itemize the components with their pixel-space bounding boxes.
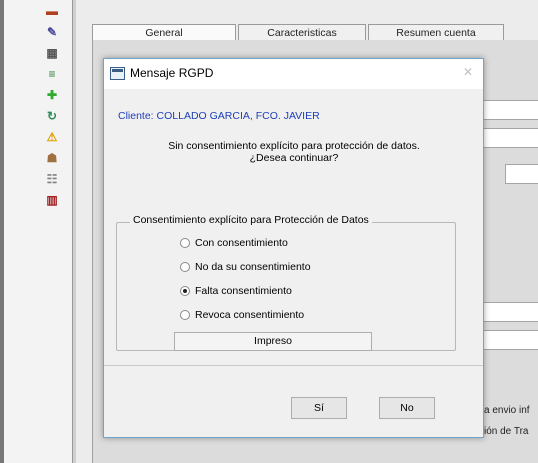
radio-label: Revoca consentimiento [195, 309, 305, 321]
radio-circle[interactable] [180, 238, 190, 248]
radio-no-da-consentimiento[interactable]: No da su consentimiento [180, 261, 311, 273]
refresh-icon[interactable]: ↻ [44, 108, 60, 124]
background-partial-text: ión de Tra [484, 426, 529, 437]
radio-falta-consentimiento[interactable]: Falta consentimiento [180, 285, 292, 297]
background-field[interactable] [482, 302, 538, 322]
rgpd-dialog: Mensaje RGPD ✕ Cliente: COLLADO GARCIA, … [103, 58, 484, 438]
question-prompt: ¿Desea continuar? [249, 152, 339, 164]
radio-circle-selected[interactable] [180, 286, 190, 296]
toolbar-strip [0, 0, 72, 463]
background-field[interactable] [482, 330, 538, 350]
warning-icon[interactable]: ⚠ [44, 129, 60, 145]
plus-icon[interactable]: ✚ [44, 87, 60, 103]
radio-circle[interactable] [180, 262, 190, 272]
confirmation-question: Sin consentimiento explícito para protec… [124, 140, 464, 164]
radio-con-consentimiento[interactable]: Con consentimiento [180, 237, 288, 249]
radio-label: Falta consentimiento [195, 285, 292, 297]
close-icon[interactable]: ✕ [463, 65, 473, 79]
background-field[interactable] [505, 164, 538, 184]
radio-label: Con consentimiento [195, 237, 288, 249]
radio-circle[interactable] [180, 310, 190, 320]
window-icon [110, 67, 125, 80]
folder-icon[interactable]: ▬ [44, 3, 60, 19]
window-edge [0, 0, 4, 463]
people-icon[interactable]: ☗ [44, 150, 60, 166]
pen-icon[interactable]: ✎ [44, 24, 60, 40]
background-field[interactable] [482, 128, 538, 148]
yes-button[interactable]: Sí [291, 397, 347, 419]
consent-group-label: Consentimiento explícito para Protección… [130, 214, 372, 226]
background-partial-text: a envio inf [484, 405, 530, 416]
question-text: Sin consentimiento explícito para protec… [168, 140, 420, 152]
radio-revoca-consentimiento[interactable]: Revoca consentimiento [180, 309, 304, 321]
dialog-title: Mensaje RGPD [130, 66, 214, 80]
calculator-icon[interactable]: ▦ [44, 45, 60, 61]
tree-icon[interactable]: ☷ [44, 171, 60, 187]
list-icon[interactable]: ≡ [44, 66, 60, 82]
client-name: Cliente: COLLADO GARCIA, FCO. JAVIER [118, 110, 320, 122]
books-icon[interactable]: ▥ [44, 192, 60, 208]
background-field[interactable] [482, 100, 538, 120]
print-button[interactable]: Impreso [174, 332, 372, 351]
no-button[interactable]: No [379, 397, 435, 419]
radio-label: No da su consentimiento [195, 261, 311, 273]
dialog-titlebar[interactable]: Mensaje RGPD ✕ [104, 59, 483, 89]
